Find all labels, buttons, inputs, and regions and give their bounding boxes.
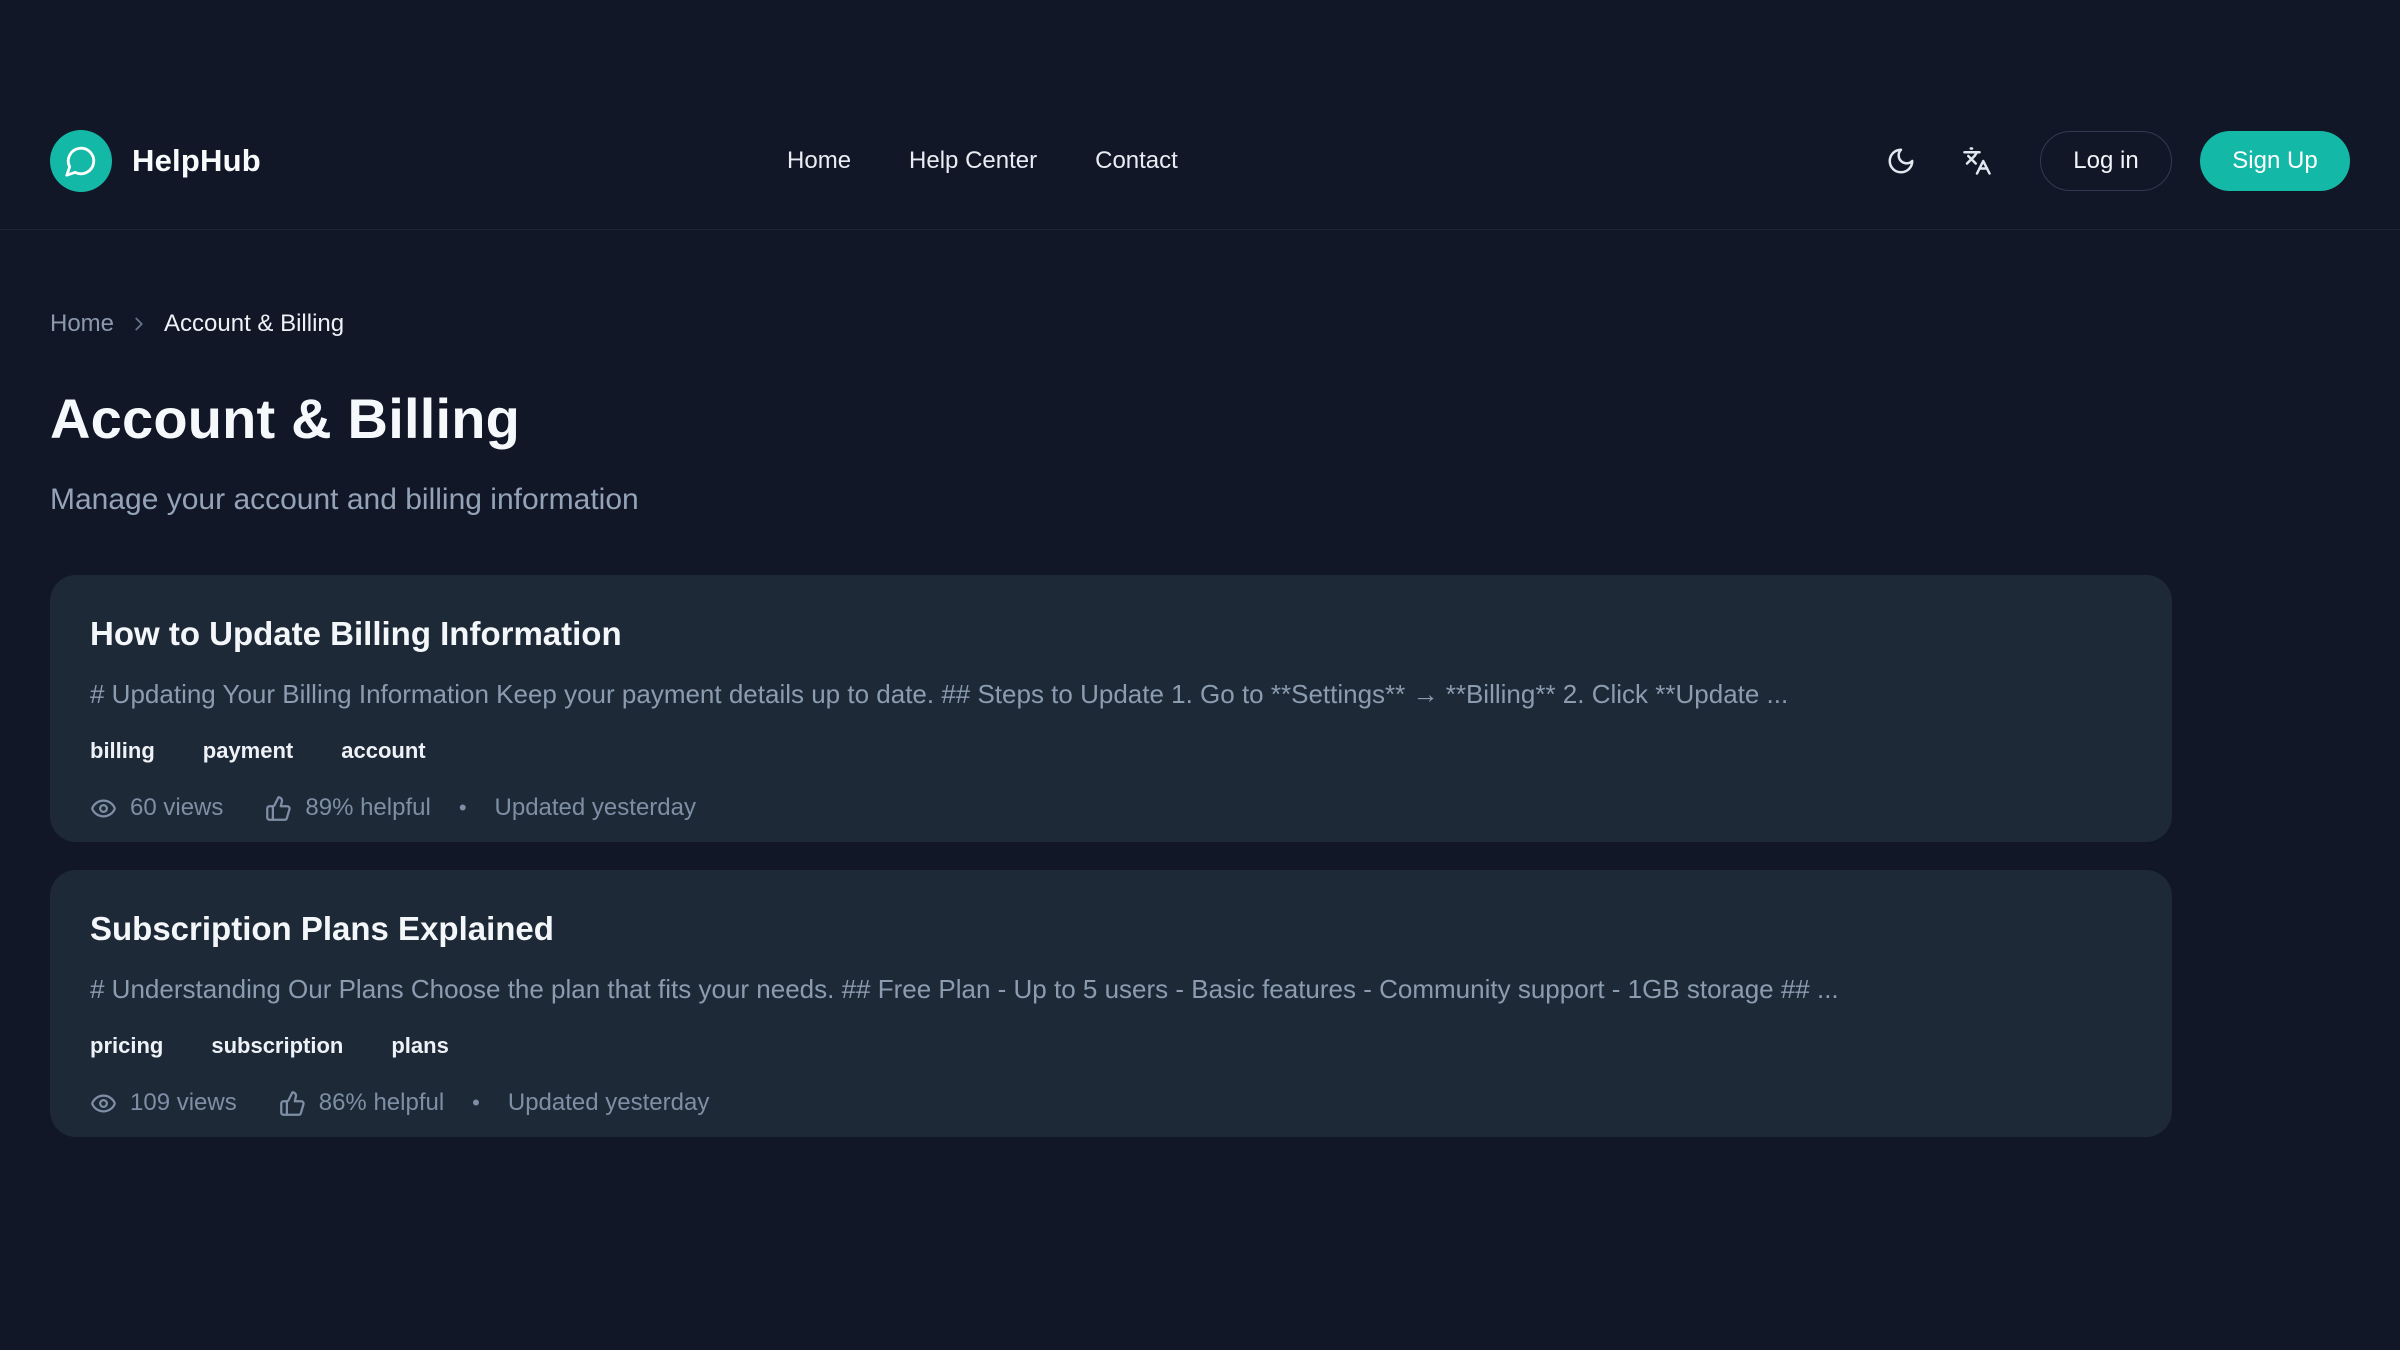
brand-home-link[interactable]: HelpHub — [50, 130, 261, 192]
article-excerpt: # Updating Your Billing Information Keep… — [90, 679, 2132, 710]
page-subtitle: Manage your account and billing informat… — [50, 483, 2172, 517]
brand-name: HelpHub — [132, 143, 261, 179]
article-title: Subscription Plans Explained — [90, 910, 2132, 948]
nav-link-home[interactable]: Home — [787, 147, 851, 175]
updated-text: Updated yesterday — [495, 794, 696, 822]
article-meta: 60 views 89% helpful • Updated yesterday — [90, 794, 2132, 822]
article-card-billing-info[interactable]: How to Update Billing Information # Upda… — [50, 575, 2172, 842]
meta-separator: • — [445, 795, 481, 821]
article-excerpt: # Understanding Our Plans Choose the pla… — [90, 974, 2132, 1005]
helpful-text: 86% helpful — [319, 1089, 444, 1117]
tag-account: account — [341, 738, 425, 764]
helphub-page: HelpHub Home Help Center Contact Log in … — [0, 0, 2400, 1350]
breadcrumb-home-link[interactable]: Home — [50, 310, 114, 338]
thumbs-up-icon — [279, 1090, 306, 1117]
article-meta: 109 views 86% helpful • Updated yesterda… — [90, 1089, 2132, 1117]
navbar-controls: Log in Sign Up — [1884, 131, 2350, 191]
languages-icon — [1962, 146, 1992, 176]
moon-icon — [1886, 146, 1916, 176]
views-text: 109 views — [130, 1089, 237, 1117]
views-stat: 60 views — [90, 794, 223, 822]
helphub-logo — [50, 130, 112, 192]
thumbs-up-icon — [265, 795, 292, 822]
article-tags: pricing subscription plans — [90, 1033, 2132, 1059]
login-button[interactable]: Log in — [2040, 131, 2172, 191]
article-list: How to Update Billing Information # Upda… — [50, 575, 2172, 1137]
article-card-subscription-plans[interactable]: Subscription Plans Explained # Understan… — [50, 870, 2172, 1137]
eye-icon — [90, 1090, 117, 1117]
eye-icon — [90, 795, 117, 822]
language-button[interactable] — [1960, 144, 1994, 178]
signup-button[interactable]: Sign Up — [2200, 131, 2350, 191]
page-title: Account & Billing — [50, 386, 2172, 451]
updated-text: Updated yesterday — [508, 1089, 709, 1117]
helpful-stat: 86% helpful — [279, 1089, 444, 1117]
meta-separator: • — [458, 1090, 494, 1116]
helpful-text: 89% helpful — [305, 794, 430, 822]
top-navbar: HelpHub Home Help Center Contact Log in … — [0, 0, 2400, 230]
tag-subscription: subscription — [211, 1033, 343, 1059]
theme-toggle-button[interactable] — [1884, 144, 1918, 178]
nav-link-help-center[interactable]: Help Center — [909, 147, 1037, 175]
tag-pricing: pricing — [90, 1033, 163, 1059]
views-text: 60 views — [130, 794, 223, 822]
breadcrumb: Home Account & Billing — [50, 310, 2172, 338]
tag-billing: billing — [90, 738, 155, 764]
tag-plans: plans — [391, 1033, 448, 1059]
message-circle-icon — [64, 144, 98, 178]
helpful-stat: 89% helpful — [265, 794, 430, 822]
chevron-right-icon — [128, 313, 150, 335]
main-nav: Home Help Center Contact — [787, 147, 1358, 175]
article-tags: billing payment account — [90, 738, 2132, 764]
article-title: How to Update Billing Information — [90, 615, 2132, 653]
main-content: Home Account & Billing Account & Billing… — [50, 230, 2172, 1137]
breadcrumb-current: Account & Billing — [164, 310, 344, 338]
views-stat: 109 views — [90, 1089, 237, 1117]
nav-link-contact[interactable]: Contact — [1095, 147, 1178, 175]
tag-payment: payment — [203, 738, 293, 764]
